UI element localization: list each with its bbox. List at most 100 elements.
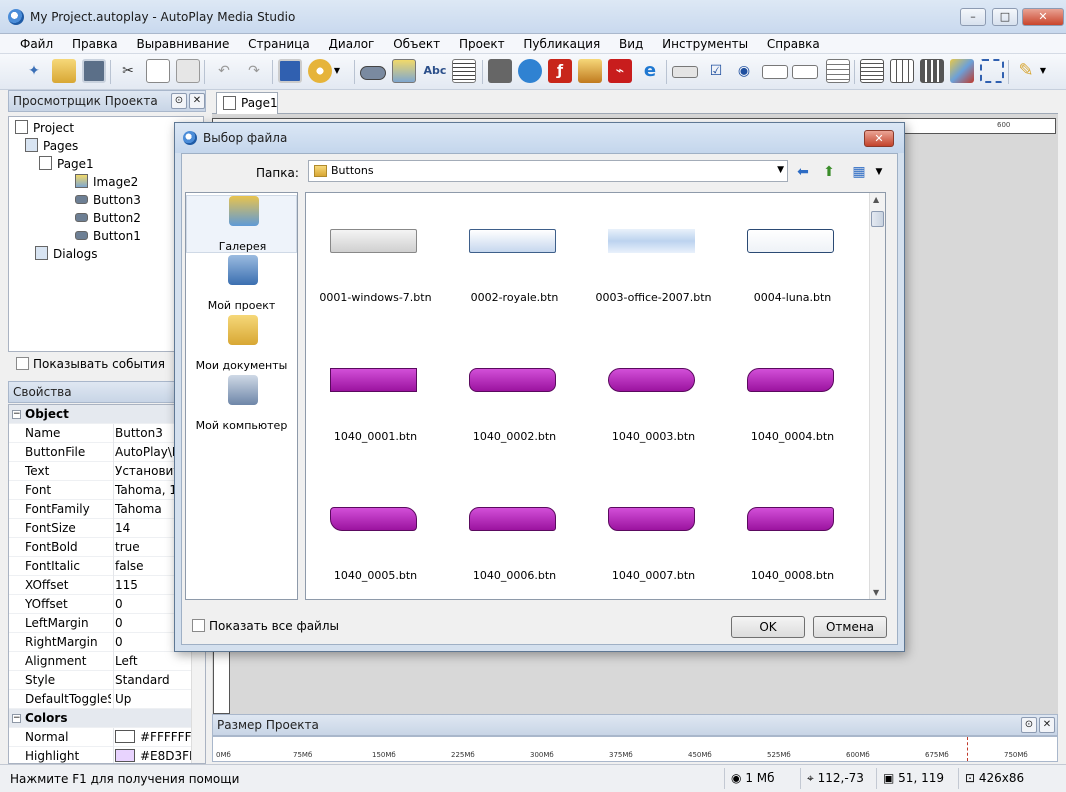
close-panel-icon[interactable]: ✕ bbox=[1039, 717, 1055, 733]
place-gallery[interactable]: Галерея bbox=[186, 195, 297, 253]
file-item[interactable]: 1040_0005.btn bbox=[306, 471, 445, 591]
flash-object-icon[interactable]: ƒ bbox=[548, 59, 572, 83]
up-folder-icon[interactable]: ⬆ bbox=[820, 163, 838, 181]
file-item[interactable]: 1040_0003.btn bbox=[584, 332, 723, 452]
quicktime-object-icon[interactable] bbox=[518, 59, 542, 83]
combobox-object-icon[interactable] bbox=[762, 65, 788, 79]
chevron-down-icon[interactable]: ▼ bbox=[777, 165, 784, 175]
place-my-computer[interactable]: Мой компьютер bbox=[186, 375, 297, 433]
file-item[interactable]: 0001-windows-7.btn bbox=[306, 193, 445, 313]
category-object[interactable]: − Object bbox=[9, 405, 193, 424]
prop-rightmargin[interactable]: RightMargin 0 bbox=[9, 633, 193, 652]
file-item[interactable]: 0004-luna.btn bbox=[723, 193, 862, 313]
scroll-thumb[interactable] bbox=[871, 211, 884, 227]
tree-item-pages[interactable]: Pages bbox=[25, 137, 78, 155]
tree-item-button1[interactable]: Button1 bbox=[75, 227, 141, 245]
pin-icon[interactable]: ⊙ bbox=[1021, 717, 1037, 733]
folder-select[interactable]: Buttons ▼ bbox=[308, 160, 788, 182]
save-icon[interactable] bbox=[82, 59, 106, 83]
menu-edit[interactable]: Правка bbox=[72, 34, 118, 54]
prop-fontitalic[interactable]: FontItalic false bbox=[9, 557, 193, 576]
prop-fontsize[interactable]: FontSize 14 bbox=[9, 519, 193, 538]
file-item[interactable]: 1040_0002.btn bbox=[445, 332, 584, 452]
paste-icon[interactable] bbox=[176, 59, 200, 83]
listbox-object-icon[interactable] bbox=[792, 65, 818, 79]
prop-leftmargin[interactable]: LeftMargin 0 bbox=[9, 614, 193, 633]
progress-object-icon[interactable] bbox=[920, 59, 944, 83]
grid-object-icon[interactable] bbox=[860, 59, 884, 83]
copy-icon[interactable] bbox=[146, 59, 170, 83]
prop-buttonfile[interactable]: ButtonFile AutoPlay\B bbox=[9, 443, 193, 462]
menu-align[interactable]: Выравнивание bbox=[136, 34, 229, 54]
tab-page1[interactable]: Page1 bbox=[216, 92, 278, 114]
ok-button[interactable]: OK bbox=[731, 616, 805, 638]
prop-alignment[interactable]: Alignment Left bbox=[9, 652, 193, 671]
tree-object-icon[interactable] bbox=[826, 59, 850, 83]
radio-object-icon[interactable]: ◉ bbox=[732, 59, 756, 83]
prop-normal-color[interactable]: Normal #FFFFFF bbox=[9, 728, 193, 747]
slideshow-object-icon[interactable] bbox=[578, 59, 602, 83]
category-colors[interactable]: − Colors bbox=[9, 709, 193, 728]
pin-icon[interactable]: ⊙ bbox=[171, 93, 187, 109]
file-item[interactable]: 1040_0007.btn bbox=[584, 471, 723, 591]
image-object-icon[interactable] bbox=[392, 59, 416, 83]
dropdown-arrow-icon[interactable]: ▼ bbox=[332, 59, 342, 83]
prop-style[interactable]: Style Standard bbox=[9, 671, 193, 690]
pencil-icon[interactable]: ✎ bbox=[1014, 59, 1038, 83]
prop-font[interactable]: Font Tahoma, 14 bbox=[9, 481, 193, 500]
show-all-files-checkbox[interactable]: Показать все файлы bbox=[192, 618, 339, 634]
collapse-icon[interactable]: − bbox=[12, 410, 21, 419]
tree-item-page1[interactable]: Page1 bbox=[39, 155, 94, 173]
web-object-icon[interactable]: e bbox=[638, 59, 662, 83]
prop-fontfamily[interactable]: FontFamily Tahoma bbox=[9, 500, 193, 519]
file-list-scrollbar[interactable]: ▲ ▼ bbox=[869, 193, 885, 599]
prop-fontbold[interactable]: FontBold true bbox=[9, 538, 193, 557]
tree-item-image2[interactable]: Image2 bbox=[75, 173, 138, 191]
file-item[interactable]: 0003-office-2007.btn bbox=[584, 193, 723, 313]
menu-dialog[interactable]: Диалог bbox=[329, 34, 375, 54]
tree-item-project[interactable]: Project bbox=[15, 119, 74, 137]
scroll-down-icon[interactable]: ▼ bbox=[873, 588, 879, 597]
cut-icon[interactable]: ✂ bbox=[116, 59, 140, 83]
file-item[interactable]: 0002-royale.btn bbox=[445, 193, 584, 313]
file-item[interactable]: 1040_0001.btn bbox=[306, 332, 445, 452]
menu-tools[interactable]: Инструменты bbox=[662, 34, 748, 54]
menu-publish[interactable]: Публикация bbox=[523, 34, 600, 54]
prop-text[interactable]: Text Установить bbox=[9, 462, 193, 481]
prop-xoffset[interactable]: XOffset 115 bbox=[9, 576, 193, 595]
prop-highlight-color[interactable]: Highlight #E8D3FE bbox=[9, 747, 193, 763]
menu-view[interactable]: Вид bbox=[619, 34, 643, 54]
view-menu-icon[interactable]: ▦ bbox=[850, 163, 868, 181]
hotspot-object-icon[interactable] bbox=[980, 59, 1004, 83]
paragraph-object-icon[interactable] bbox=[452, 59, 476, 83]
prop-name[interactable]: Name Button3 bbox=[9, 424, 193, 443]
open-folder-icon[interactable] bbox=[52, 59, 76, 83]
chevron-down-icon[interactable]: ▼ bbox=[870, 163, 888, 181]
preview-icon[interactable] bbox=[278, 59, 302, 83]
label-object-icon[interactable]: Abc bbox=[420, 59, 450, 83]
dialog-close-button[interactable]: ✕ bbox=[864, 130, 894, 147]
place-my-documents[interactable]: Мои документы bbox=[186, 315, 297, 373]
collapse-icon[interactable]: − bbox=[12, 714, 21, 723]
redo-icon[interactable]: ↷ bbox=[242, 59, 266, 83]
menu-help[interactable]: Справка bbox=[767, 34, 820, 54]
close-button[interactable]: ✕ bbox=[1022, 8, 1064, 26]
button-object-icon[interactable] bbox=[360, 66, 386, 80]
checkbox-box[interactable] bbox=[192, 619, 205, 632]
table-object-icon[interactable] bbox=[890, 59, 914, 83]
plugin-object-icon[interactable] bbox=[950, 59, 974, 83]
video-object-icon[interactable] bbox=[488, 59, 512, 83]
checkbox-box[interactable] bbox=[16, 357, 29, 370]
prop-defaulttogglestate[interactable]: DefaultToggleS Up bbox=[9, 690, 193, 709]
publish-cd-icon[interactable] bbox=[308, 59, 332, 83]
undo-icon[interactable]: ↶ bbox=[212, 59, 236, 83]
scroll-up-icon[interactable]: ▲ bbox=[873, 195, 879, 204]
tree-item-button3[interactable]: Button3 bbox=[75, 191, 141, 209]
cancel-button[interactable]: Отмена bbox=[813, 616, 887, 638]
show-events-checkbox[interactable]: Показывать события bbox=[16, 356, 165, 372]
tree-item-button2[interactable]: Button2 bbox=[75, 209, 141, 227]
file-item[interactable]: 1040_0006.btn bbox=[445, 471, 584, 591]
pdf-object-icon[interactable]: ⌁ bbox=[608, 59, 632, 83]
tree-item-dialogs[interactable]: Dialogs bbox=[35, 245, 97, 263]
menu-project[interactable]: Проект bbox=[459, 34, 505, 54]
